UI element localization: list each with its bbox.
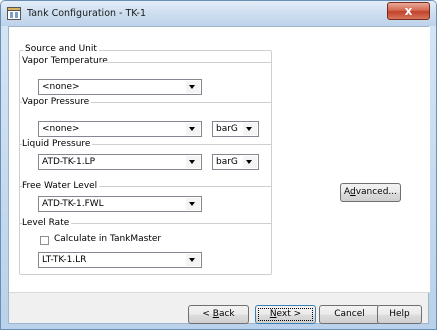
vapor-pressure-value: <none>: [42, 124, 80, 134]
dropdown-button[interactable]: [243, 123, 257, 135]
next-label-post: ext >: [276, 309, 302, 319]
dropdown-button[interactable]: [186, 81, 200, 93]
dropdown-button[interactable]: [186, 198, 200, 210]
cancel-label: Cancel: [334, 309, 365, 319]
tank-icon: [7, 7, 21, 20]
vapor-temperature-select[interactable]: <none>: [38, 79, 202, 95]
footer-separator: [9, 292, 430, 293]
level-rate-select[interactable]: LT-TK-1.LR: [38, 252, 202, 268]
dialog-window: Tank Configuration - TK-1 x Source and U…: [0, 0, 437, 330]
source-unit-title: Source and Unit: [23, 44, 99, 54]
liquid-pressure-unit-value: barG: [216, 157, 238, 167]
dialog-client-area: Source and Unit Vapor Temperature <none>…: [8, 26, 430, 324]
dropdown-button[interactable]: [186, 254, 200, 266]
dropdown-button[interactable]: [186, 156, 200, 168]
vapor-temperature-label: Vapor Temperature: [22, 56, 108, 66]
vapor-pressure-unit-select[interactable]: barG: [212, 121, 259, 137]
separator: [99, 62, 271, 63]
calculate-in-tankmaster-checkbox[interactable]: [40, 236, 49, 245]
chevron-down-icon: [189, 85, 195, 89]
free-water-level-value: ATD-TK-1.FWL: [42, 199, 104, 209]
chevron-down-icon: [189, 258, 195, 262]
dropdown-button[interactable]: [243, 156, 257, 168]
chevron-down-icon: [246, 160, 252, 164]
chevron-down-icon: [246, 127, 252, 131]
vapor-pressure-label: Vapor Pressure: [22, 97, 92, 107]
liquid-pressure-label: Liquid Pressure: [22, 139, 93, 149]
level-rate-value: LT-TK-1.LR: [42, 255, 87, 265]
free-water-level-select[interactable]: ATD-TK-1.FWL: [38, 196, 202, 212]
advanced-label-post: vanced...: [355, 187, 398, 197]
vapor-temperature-value: <none>: [42, 82, 80, 92]
next-button[interactable]: Next >: [255, 305, 316, 324]
next-label-mnemonic: N: [269, 309, 277, 319]
liquid-pressure-select[interactable]: ATD-TK-1.LP: [38, 154, 202, 170]
back-button[interactable]: < Back: [188, 305, 249, 324]
back-label-pre: <: [202, 309, 213, 319]
help-button[interactable]: Help: [377, 305, 422, 324]
title-bar[interactable]: Tank Configuration - TK-1 x: [1, 1, 436, 26]
back-label-post: ack: [218, 309, 235, 319]
vapor-pressure-unit-value: barG: [216, 124, 238, 134]
chevron-down-icon: [189, 127, 195, 131]
chevron-down-icon: [189, 202, 195, 206]
dropdown-button[interactable]: [186, 123, 200, 135]
calculate-in-tankmaster-label[interactable]: Calculate in TankMaster: [54, 234, 161, 244]
close-icon: x: [404, 4, 413, 18]
content-panel: Source and Unit Vapor Temperature <none>…: [9, 27, 430, 292]
liquid-pressure-unit-select[interactable]: barG: [212, 154, 259, 170]
close-button[interactable]: x: [387, 2, 430, 20]
vapor-pressure-select[interactable]: <none>: [38, 121, 202, 137]
liquid-pressure-value: ATD-TK-1.LP: [42, 157, 96, 167]
chevron-down-icon: [189, 160, 195, 164]
level-rate-label: Level Rate: [22, 218, 72, 228]
cancel-button[interactable]: Cancel: [319, 305, 380, 324]
advanced-button[interactable]: Advanced...: [340, 183, 401, 202]
window-title: Tank Configuration - TK-1: [27, 8, 146, 19]
free-water-level-label: Free Water Level: [22, 181, 100, 191]
help-label: Help: [389, 309, 410, 319]
